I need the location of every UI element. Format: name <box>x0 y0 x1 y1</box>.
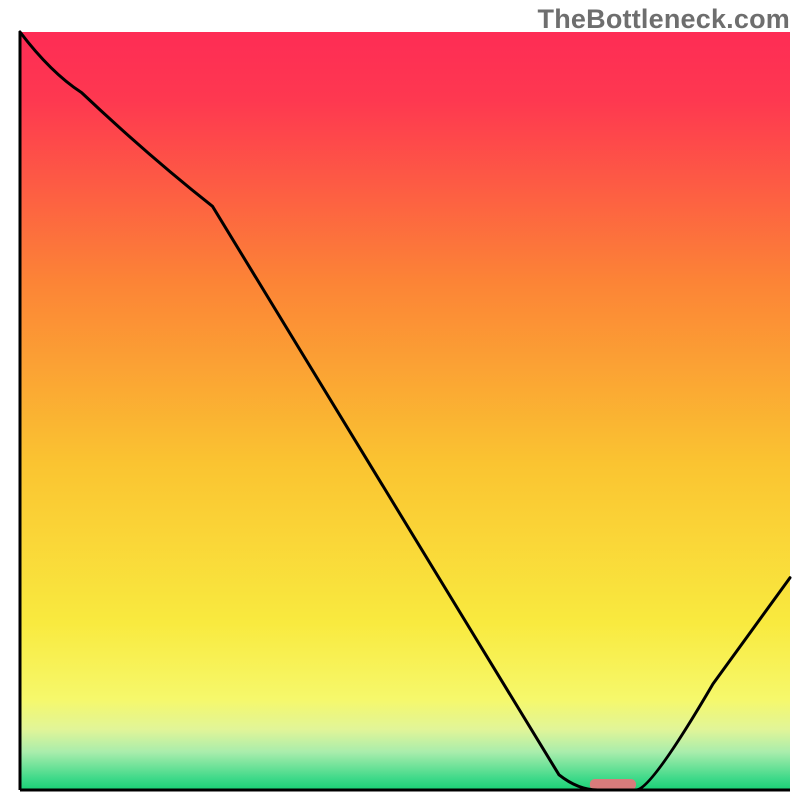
optimal-range-marker <box>590 779 636 790</box>
chart-container: TheBottleneck.com <box>0 0 800 800</box>
plot-background <box>20 32 790 790</box>
bottleneck-chart <box>0 0 800 800</box>
watermark-text: TheBottleneck.com <box>538 4 790 35</box>
